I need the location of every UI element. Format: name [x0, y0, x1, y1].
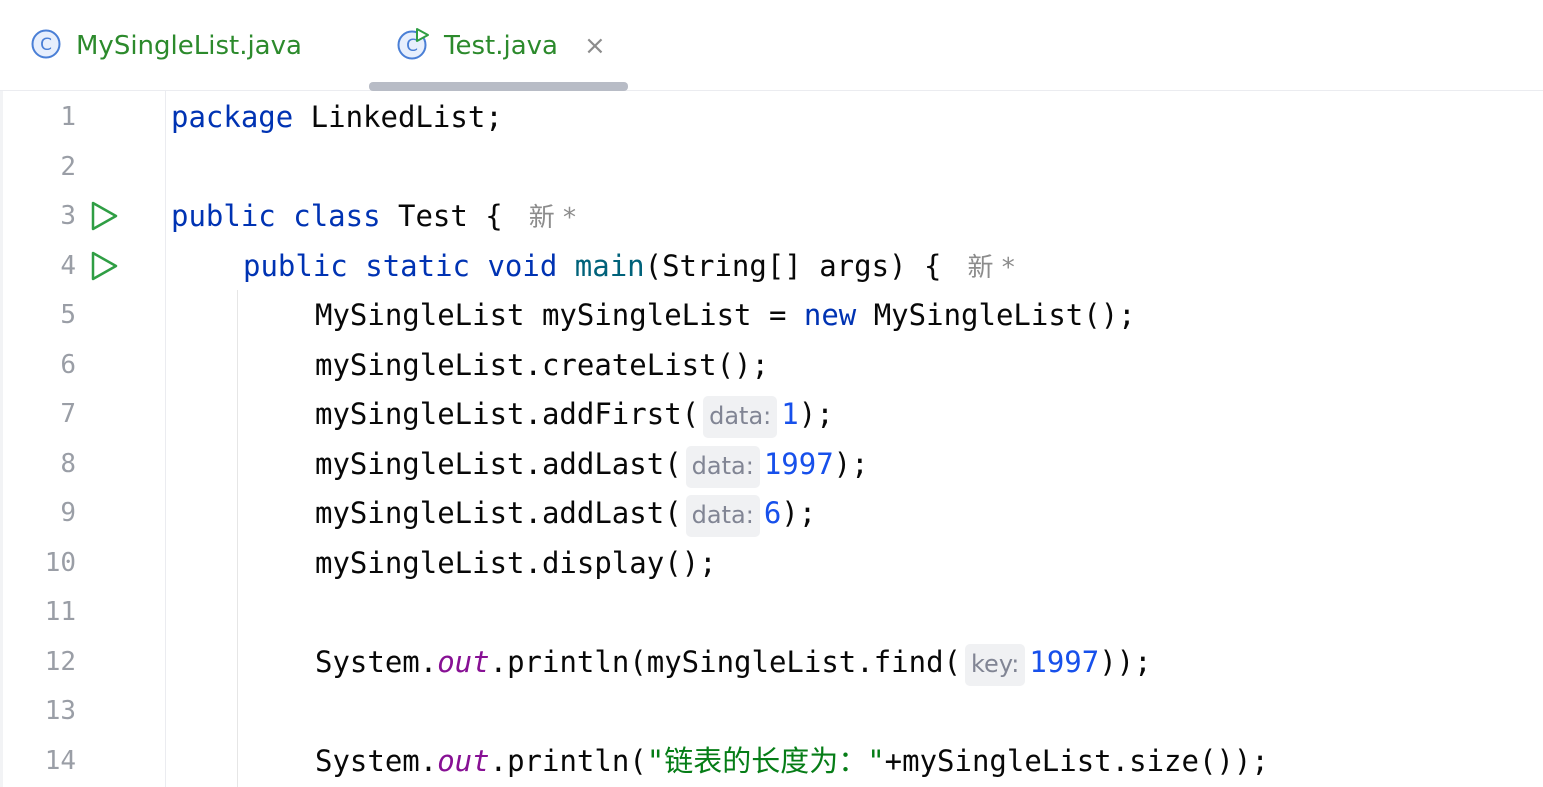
- code-text: mySingleList.addFirst(: [315, 397, 700, 431]
- code-editor[interactable]: package LinkedList; public class Test { 新…: [171, 91, 1543, 787]
- editor-tab-bar: C MySingleList.java C Test.java ×: [0, 0, 1543, 91]
- line-number: 9: [60, 498, 76, 528]
- tab-label: Test.java: [444, 31, 558, 61]
- line-number: 6: [60, 350, 76, 380]
- code-text: MySingleList();: [856, 298, 1136, 332]
- code-line-14: System.out.println("链表的长度为："+mySingleLis…: [315, 741, 1269, 781]
- number-literal: 1: [781, 397, 799, 431]
- active-tab-indicator: [369, 82, 628, 91]
- tab-test[interactable]: C Test.java ×: [396, 22, 606, 70]
- svg-text:C: C: [40, 35, 52, 55]
- number-literal: 6: [763, 496, 782, 530]
- parameter-hint: data:: [685, 495, 760, 537]
- close-icon[interactable]: ×: [584, 33, 606, 59]
- parameter-hint: data:: [703, 396, 778, 438]
- line-number: 1: [60, 102, 76, 132]
- line-number: 5: [60, 300, 76, 330]
- gutter: 1 2 3 4 5 6 7 8 9 10 11 12 13 14: [0, 91, 166, 787]
- line-number: 2: [60, 152, 76, 182]
- keyword: public: [243, 249, 348, 283]
- line-number: 12: [44, 647, 76, 677]
- number-literal: 1997: [763, 447, 834, 481]
- code-line-4: public static void main(String[] args) {…: [243, 246, 1015, 286]
- method-name: main: [574, 249, 645, 283]
- code-text: .println(mySingleList.find(: [489, 645, 962, 679]
- parameter-hint: data:: [685, 446, 760, 488]
- line-number: 14: [44, 746, 76, 776]
- code-text: Test {: [380, 199, 503, 233]
- code-text: (String[] args) {: [644, 249, 942, 283]
- keyword: package: [171, 100, 294, 134]
- line-number: 4: [60, 251, 76, 281]
- code-line-7: mySingleList.addFirst(data: 1);: [315, 394, 834, 438]
- keyword: new: [803, 298, 857, 332]
- code-text: +mySingleList.size());: [884, 744, 1269, 778]
- gutter-separator: [165, 91, 166, 787]
- parameter-hint: key:: [965, 644, 1026, 686]
- line-number: 7: [60, 399, 76, 429]
- author-inlay-hint[interactable]: 新 *: [967, 253, 1014, 283]
- code-text: );: [833, 447, 869, 481]
- run-icon[interactable]: [88, 250, 120, 282]
- code-text: .println(: [489, 744, 647, 778]
- code-line-1: package LinkedList;: [171, 97, 503, 137]
- keyword: static: [365, 249, 470, 283]
- code-text: LinkedList;: [293, 100, 503, 134]
- code-text: mySingleList.addLast(: [315, 496, 682, 530]
- line-number: 11: [44, 597, 76, 627]
- code-line-6: mySingleList.createList();: [315, 345, 769, 385]
- code-text: ));: [1099, 645, 1152, 679]
- run-icon[interactable]: [88, 200, 120, 232]
- tab-mysinglelist[interactable]: C MySingleList.java: [30, 22, 302, 70]
- code-text: mySingleList.addLast(: [315, 447, 682, 481]
- line-number: 8: [60, 449, 76, 479]
- code-line-10: mySingleList.display();: [315, 543, 717, 583]
- code-text: MySingleList mySingleList =: [315, 298, 804, 332]
- author-inlay-hint[interactable]: 新 *: [529, 203, 576, 233]
- class-runnable-icon: C: [396, 27, 430, 65]
- code-text: System.: [315, 645, 438, 679]
- code-line-3: public class Test { 新 *: [171, 196, 576, 236]
- static-field: out: [437, 645, 490, 679]
- line-number: 13: [44, 696, 76, 726]
- class-icon: C: [30, 28, 62, 64]
- string-literal: "链表的长度为：": [646, 744, 885, 778]
- keyword: public: [171, 199, 276, 233]
- code-text: mySingleList.display();: [315, 546, 717, 580]
- keyword: class: [293, 199, 381, 233]
- tab-label: MySingleList.java: [76, 31, 302, 61]
- number-literal: 1997: [1029, 645, 1100, 679]
- code-text: mySingleList.createList();: [315, 348, 769, 382]
- code-text: );: [798, 397, 834, 431]
- line-number: 10: [44, 548, 76, 578]
- code-text: System.: [315, 744, 438, 778]
- keyword: void: [487, 249, 558, 283]
- code-line-5: MySingleList mySingleList = new MySingle…: [315, 295, 1136, 335]
- code-line-9: mySingleList.addLast(data: 6);: [315, 493, 817, 537]
- code-line-12: System.out.println(mySingleList.find(key…: [315, 642, 1152, 686]
- static-field: out: [437, 744, 490, 778]
- code-line-8: mySingleList.addLast(data: 1997);: [315, 444, 869, 488]
- code-text: );: [781, 496, 817, 530]
- line-number: 3: [60, 201, 76, 231]
